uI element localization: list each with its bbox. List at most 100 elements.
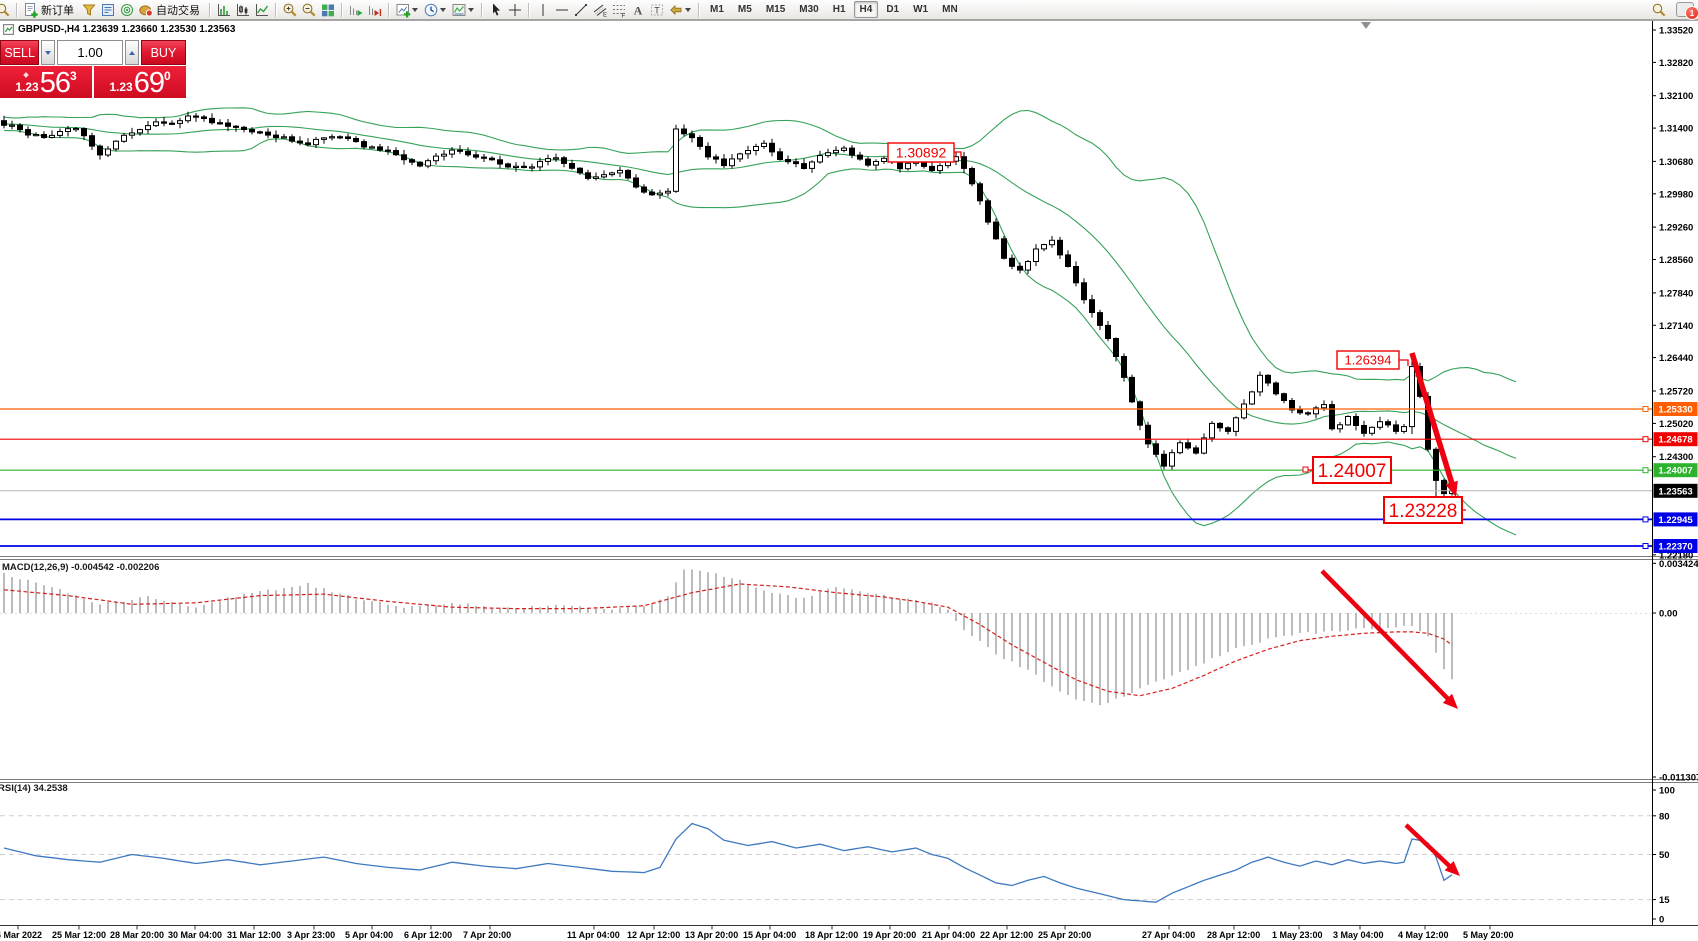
svg-text:1.23228: 1.23228	[1389, 501, 1458, 522]
timeframe-button-m15[interactable]: M15	[760, 1, 791, 18]
period-clock-icon[interactable]	[421, 1, 440, 18]
period-dropdown-caret[interactable]	[440, 8, 446, 12]
candlestick-chart-icon[interactable]	[233, 1, 252, 18]
svg-text:50: 50	[1659, 850, 1670, 861]
bar-chart-icon[interactable]	[214, 1, 233, 18]
svg-text:15 Apr 04:00: 15 Apr 04:00	[743, 930, 796, 940]
rsi-indicator-label: RSI(14) 34.2538	[0, 783, 68, 794]
timeframe-buttons: M1M5M15M30H1H4D1W1MN	[703, 1, 965, 18]
svg-text:1.25330: 1.25330	[1658, 405, 1692, 416]
svg-text:1.22945: 1.22945	[1658, 515, 1693, 526]
volume-input[interactable]	[57, 40, 123, 65]
sell-button[interactable]: SELL	[0, 40, 39, 65]
svg-text:21 Apr 04:00: 21 Apr 04:00	[922, 930, 975, 940]
toolbar-separator	[341, 3, 342, 17]
price-axis[interactable]: 1.335201.328201.321001.314001.306801.299…	[1652, 26, 1698, 926]
zoom-out-icon[interactable]	[299, 1, 318, 18]
time-axis[interactable]: 24 Mar 202225 Mar 12:0028 Mar 20:0030 Ma…	[0, 926, 1514, 941]
timeframe-button-w1[interactable]: W1	[907, 1, 934, 18]
auto-trading-icon[interactable]	[136, 1, 155, 18]
svg-text:0.003424: 0.003424	[1659, 559, 1698, 570]
svg-text:1.28560: 1.28560	[1659, 255, 1693, 266]
toolbar-separator	[528, 3, 529, 17]
ask-price-pipette: 0	[164, 69, 171, 83]
svg-text:15: 15	[1659, 895, 1670, 906]
indicator-dropdown-caret[interactable]	[412, 8, 418, 12]
arrows-tool-icon[interactable]	[666, 1, 685, 18]
trendline-tool-icon[interactable]	[571, 1, 590, 18]
timeframe-button-m30[interactable]: M30	[793, 1, 824, 18]
svg-text:25 Mar 12:00: 25 Mar 12:00	[52, 930, 106, 940]
price-annotations[interactable]: 1.308921.263941.240071.23228	[888, 143, 1466, 523]
search-icon[interactable]	[0, 1, 12, 18]
buy-button[interactable]: BUY	[141, 40, 186, 65]
fibonacci-tool-icon[interactable]: F	[609, 1, 628, 18]
bid-price-big: 56	[40, 69, 70, 97]
chart-shift-icon[interactable]	[365, 1, 384, 18]
add-indicator-icon[interactable]	[393, 1, 412, 18]
market-watch-icon[interactable]	[98, 1, 117, 18]
svg-text:0.00: 0.00	[1659, 609, 1678, 620]
text-tool-icon[interactable]: A	[628, 1, 647, 18]
template-icon[interactable]	[449, 1, 468, 18]
auto-scroll-icon[interactable]	[346, 1, 365, 18]
svg-text:1 May 23:00: 1 May 23:00	[1272, 930, 1323, 940]
svg-text:1.23563: 1.23563	[1658, 486, 1692, 497]
tile-windows-icon[interactable]	[318, 1, 337, 18]
svg-text:1.24678: 1.24678	[1658, 435, 1692, 446]
line-chart-icon[interactable]	[252, 1, 271, 18]
svg-text:5 Apr 04:00: 5 Apr 04:00	[345, 930, 393, 940]
toolbar-separator	[388, 3, 389, 17]
mt4-window: 新订单 自动交易 E F A T	[0, 0, 1698, 941]
shapes-dropdown-caret[interactable]	[685, 8, 691, 12]
ask-price-big: 69	[134, 69, 164, 97]
new-order-icon[interactable]	[21, 1, 40, 18]
timeframe-button-h4[interactable]: H4	[854, 1, 879, 18]
ask-price-display[interactable]: 1.23690	[94, 66, 186, 98]
svg-text:F: F	[621, 13, 625, 18]
signals-icon[interactable]	[117, 1, 136, 18]
svg-text:1.31400: 1.31400	[1659, 124, 1693, 135]
vertical-line-tool-icon[interactable]	[533, 1, 552, 18]
horizontal-line-tool-icon[interactable]	[552, 1, 571, 18]
timeframe-button-mn[interactable]: MN	[936, 1, 964, 18]
toolbar-separator	[698, 3, 699, 17]
svg-text:1.29980: 1.29980	[1659, 189, 1693, 200]
svg-text:1.30892: 1.30892	[896, 145, 947, 161]
svg-text:19 Apr 20:00: 19 Apr 20:00	[863, 930, 916, 940]
timeframe-button-m1[interactable]: M1	[704, 1, 730, 18]
volume-increase-button[interactable]	[125, 40, 139, 65]
volume-decrease-button[interactable]	[41, 40, 55, 65]
crosshair-icon[interactable]	[505, 1, 524, 18]
chart-shift-marker[interactable]	[1361, 22, 1371, 29]
chevron-up-icon	[129, 51, 135, 55]
notification-badge: 1	[1685, 6, 1698, 20]
zoom-in-icon[interactable]	[280, 1, 299, 18]
trend-arrows[interactable]	[1322, 353, 1460, 876]
svg-text:28 Mar 20:00: 28 Mar 20:00	[110, 930, 164, 940]
template-dropdown-caret[interactable]	[468, 8, 474, 12]
new-order-label[interactable]: 新订单	[41, 2, 74, 18]
channel-tool-icon[interactable]: E	[590, 1, 609, 18]
text-label-tool-icon[interactable]: T	[647, 1, 666, 18]
notifications-icon[interactable]: 1	[1676, 2, 1694, 17]
chart-title: GBPUSD-,H4 1.23639 1.23660 1.23530 1.235…	[3, 24, 235, 35]
timeframe-button-m5[interactable]: M5	[732, 1, 758, 18]
toolbar-separator	[16, 3, 17, 17]
search-icon[interactable]	[1649, 1, 1668, 18]
auto-trading-label[interactable]: 自动交易	[156, 2, 200, 18]
chart-canvas[interactable]: 1.335201.328201.321001.314001.306801.299…	[0, 0, 1698, 941]
timeframe-button-h1[interactable]: H1	[827, 1, 852, 18]
svg-text:4 May 12:00: 4 May 12:00	[1398, 930, 1449, 940]
svg-text:1.30680: 1.30680	[1659, 157, 1693, 168]
bid-price-prefix: 1.23	[15, 78, 38, 97]
symbol-ohlc-text: GBPUSD-,H4 1.23639 1.23660 1.23530 1.235…	[18, 24, 235, 35]
bid-price-display[interactable]: 1.23563	[0, 66, 92, 98]
toolbar-right-icons: 1	[1649, 1, 1694, 18]
svg-text:7 Apr 20:00: 7 Apr 20:00	[463, 930, 511, 940]
cursor-icon[interactable]	[486, 1, 505, 18]
svg-text:1.29260: 1.29260	[1659, 223, 1693, 234]
svg-text:25 Apr 20:00: 25 Apr 20:00	[1038, 930, 1091, 940]
funnel-icon[interactable]	[79, 1, 98, 18]
timeframe-button-d1[interactable]: D1	[880, 1, 905, 18]
